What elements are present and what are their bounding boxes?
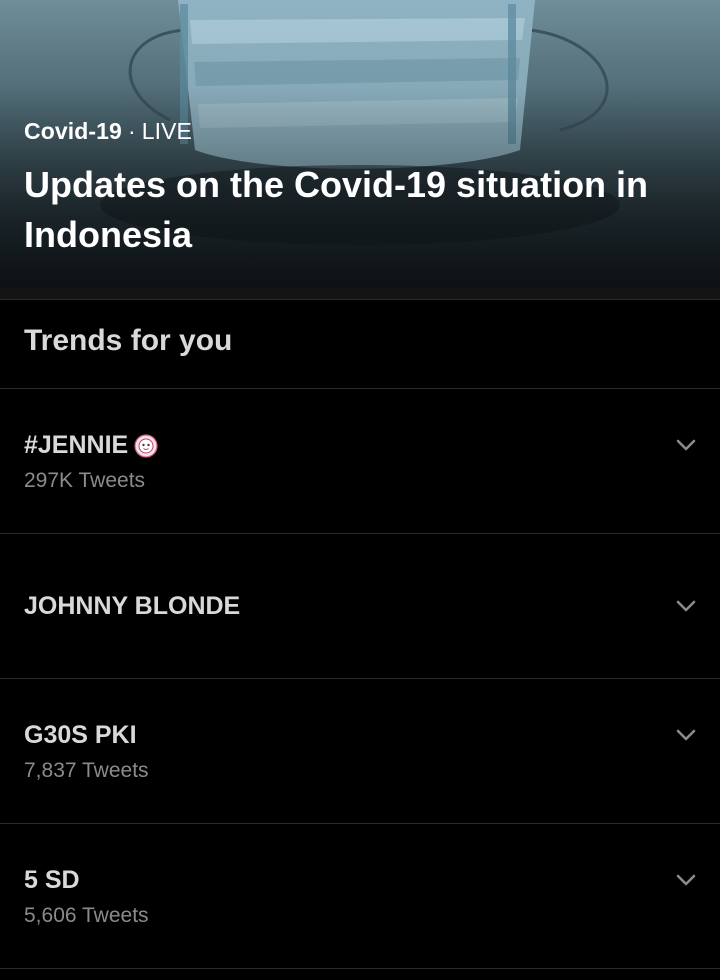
trend-tweet-count: 7,837 Tweets bbox=[24, 759, 149, 782]
jennie-hashflag-icon bbox=[134, 433, 158, 458]
trend-name: JOHNNY BLONDE bbox=[24, 592, 241, 620]
trend-tweet-count: 297K Tweets bbox=[24, 469, 146, 492]
event-topic: Covid-19 bbox=[24, 118, 122, 144]
section-title: Trends for you bbox=[24, 324, 233, 357]
trends-section-header: Trends for you bbox=[0, 300, 720, 389]
trend-item[interactable]: JOHNNY BLONDE bbox=[0, 534, 720, 679]
chevron-down-icon[interactable] bbox=[674, 727, 698, 743]
event-headline: Updates on the Covid-19 situation in Ind… bbox=[24, 164, 649, 255]
trend-name: #JENNIE bbox=[24, 431, 129, 459]
live-status: LIVE bbox=[141, 118, 192, 144]
section-divider bbox=[0, 288, 720, 300]
trend-name: G30S PKI bbox=[24, 721, 137, 749]
trend-item[interactable]: 5 SD 5,606 Tweets bbox=[0, 824, 720, 969]
meta-separator: · bbox=[127, 118, 136, 144]
trend-name: 5 SD bbox=[24, 866, 80, 894]
trend-tweet-count: 5,606 Tweets bbox=[24, 904, 149, 927]
chevron-down-icon[interactable] bbox=[674, 437, 698, 453]
trend-name-row: JOHNNY BLONDE bbox=[24, 592, 240, 621]
event-meta: Covid-19 · LIVE bbox=[24, 118, 192, 145]
trend-name-row: #JENNIE bbox=[24, 431, 158, 460]
trend-name-row: 5 SD bbox=[24, 866, 80, 895]
trend-name-row: G30S PKI bbox=[24, 721, 137, 750]
live-event-banner[interactable]: Covid-19 · LIVE Updates on the Covid-19 si… bbox=[0, 0, 720, 288]
chevron-down-icon[interactable] bbox=[674, 872, 698, 888]
trend-item[interactable]: #JENNIE 297K Tweets bbox=[0, 389, 720, 534]
chevron-down-icon[interactable] bbox=[674, 598, 698, 614]
trend-item[interactable]: G30S PKI 7,837 Tweets bbox=[0, 679, 720, 824]
